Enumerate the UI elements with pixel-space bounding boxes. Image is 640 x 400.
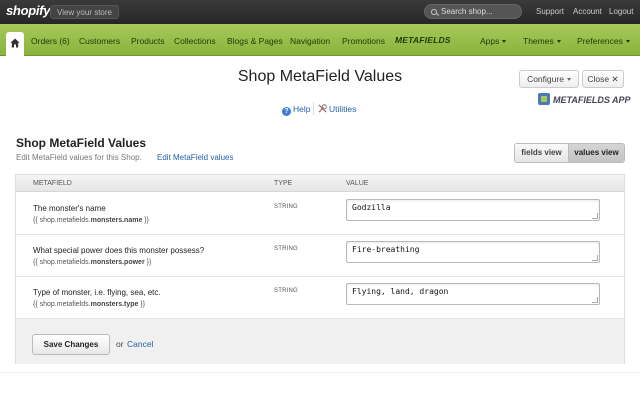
nav-item-customers[interactable]: Customers <box>79 36 120 46</box>
table-row: The monster's name {{ shop.metafields.mo… <box>16 193 624 235</box>
chevron-down-icon <box>502 40 507 43</box>
metafield-table: METAFIELD TYPE VALUE The monster's name … <box>15 174 625 364</box>
edit-metafield-values-link[interactable]: Edit MetaField values <box>157 153 233 162</box>
chevron-down-icon <box>556 40 561 43</box>
chevron-down-icon <box>625 40 630 43</box>
close-label: Close <box>587 74 610 84</box>
nav-item-preferences[interactable]: Preferences <box>577 36 630 46</box>
metafield-key: {{ shop.metafields.monsters.power }} <box>33 259 151 266</box>
metafield-key-suffix: }} <box>142 217 149 224</box>
nav-item-promotions[interactable]: Promotions <box>342 36 385 46</box>
metafield-key-path: monsters.type <box>90 301 139 308</box>
save-changes-button[interactable]: Save Changes <box>32 334 110 355</box>
metafield-name: The monster's name <box>33 204 106 213</box>
cancel-link[interactable]: Cancel <box>127 339 153 349</box>
nav-item-collections[interactable]: Collections <box>174 36 216 46</box>
search-icon <box>431 8 437 15</box>
metafield-value-textarea[interactable]: Flying, land, dragon <box>346 283 600 305</box>
metafield-key-suffix: }} <box>144 259 152 266</box>
metafield-type: STRING <box>274 288 298 294</box>
metafield-value-textarea[interactable]: Fire-breathing <box>346 241 600 263</box>
metafield-key-suffix: }} <box>138 301 146 308</box>
metafield-key: {{ shop.metafields.monsters.name }} <box>33 217 149 224</box>
main-nav: Orders (6) Customers Products Collection… <box>0 24 640 56</box>
table-footer: Save Changes or Cancel <box>16 319 624 364</box>
tools-icon <box>318 104 327 113</box>
nav-item-orders[interactable]: Orders (6) <box>31 36 70 46</box>
fields-view-button[interactable]: fields view <box>515 144 569 162</box>
nav-item-products[interactable]: Products <box>131 36 165 46</box>
app-logo-text: METAFIELDS APP <box>553 95 631 105</box>
nav-item-themes[interactable]: Themes <box>523 36 561 46</box>
divider <box>313 102 314 115</box>
chevron-down-icon <box>566 78 571 81</box>
column-header-type: TYPE <box>274 180 293 187</box>
metafield-value-textarea[interactable]: Godzilla <box>346 199 600 221</box>
metafield-type: STRING <box>274 204 298 210</box>
table-row: Type of monster, i.e. flying, sea, etc. … <box>16 277 624 319</box>
shopify-logo[interactable]: shopify <box>6 3 50 18</box>
configure-label: Configure <box>527 74 564 84</box>
help-link[interactable]: ? Help <box>282 104 310 116</box>
utilities-link[interactable]: Utilities <box>318 104 356 114</box>
view-toggle: fields view values view <box>514 143 625 163</box>
utilities-label: Utilities <box>329 104 357 114</box>
search-input[interactable]: Search shop... <box>424 4 522 19</box>
column-header-metafield: METAFIELD <box>33 180 72 187</box>
help-label: Help <box>293 104 311 114</box>
configure-button[interactable]: Configure <box>519 70 579 88</box>
metafield-name: What special power does this monster pos… <box>33 246 205 255</box>
account-link[interactable]: Account <box>573 7 602 16</box>
support-link[interactable]: Support <box>536 7 564 16</box>
close-button[interactable]: Close ✕ <box>582 70 624 88</box>
metafields-app-logo: METAFIELDS APP <box>538 93 631 105</box>
nav-preferences-label: Preferences <box>577 36 623 46</box>
home-icon <box>10 38 20 48</box>
or-text: or <box>116 339 124 349</box>
metafield-type: STRING <box>274 246 298 252</box>
column-header-value: VALUE <box>346 180 369 187</box>
close-icon: ✕ <box>611 74 619 84</box>
nav-item-navigation[interactable]: Navigation <box>290 36 330 46</box>
nav-item-metafields[interactable]: METAFIELDS <box>395 35 451 45</box>
nav-apps-label: Apps <box>480 36 500 46</box>
app-logo-icon <box>538 93 550 105</box>
metafield-key-prefix: {{ shop.metafields. <box>33 217 91 224</box>
top-bar: shopify View your store Search shop... S… <box>0 0 640 24</box>
nav-home-tab[interactable] <box>6 32 24 56</box>
nav-item-apps[interactable]: Apps <box>480 36 507 46</box>
search-placeholder: Search shop... <box>441 7 493 16</box>
metafield-key-path: monsters.power <box>90 259 145 266</box>
metafield-key-prefix: {{ shop.metafields. <box>33 259 91 266</box>
metafield-key: {{ shop.metafields.monsters.type }} <box>33 301 145 308</box>
section-subtitle: Edit MetaField values for this Shop. <box>16 153 142 162</box>
view-store-button[interactable]: View your store <box>50 5 119 19</box>
metafield-key-path: monsters.name <box>90 217 143 224</box>
nav-item-blogs-pages[interactable]: Blogs & Pages <box>227 36 283 46</box>
table-row: What special power does this monster pos… <box>16 235 624 277</box>
metafield-name: Type of monster, i.e. flying, sea, etc. <box>33 288 161 297</box>
divider <box>0 372 640 373</box>
table-header: METAFIELD TYPE VALUE <box>16 175 624 192</box>
logout-link[interactable]: Logout <box>609 7 633 16</box>
values-view-button[interactable]: values view <box>569 144 624 162</box>
nav-themes-label: Themes <box>523 36 554 46</box>
metafield-key-prefix: {{ shop.metafields. <box>33 301 91 308</box>
section-title: Shop MetaField Values <box>16 136 147 150</box>
help-icon: ? <box>282 107 291 116</box>
